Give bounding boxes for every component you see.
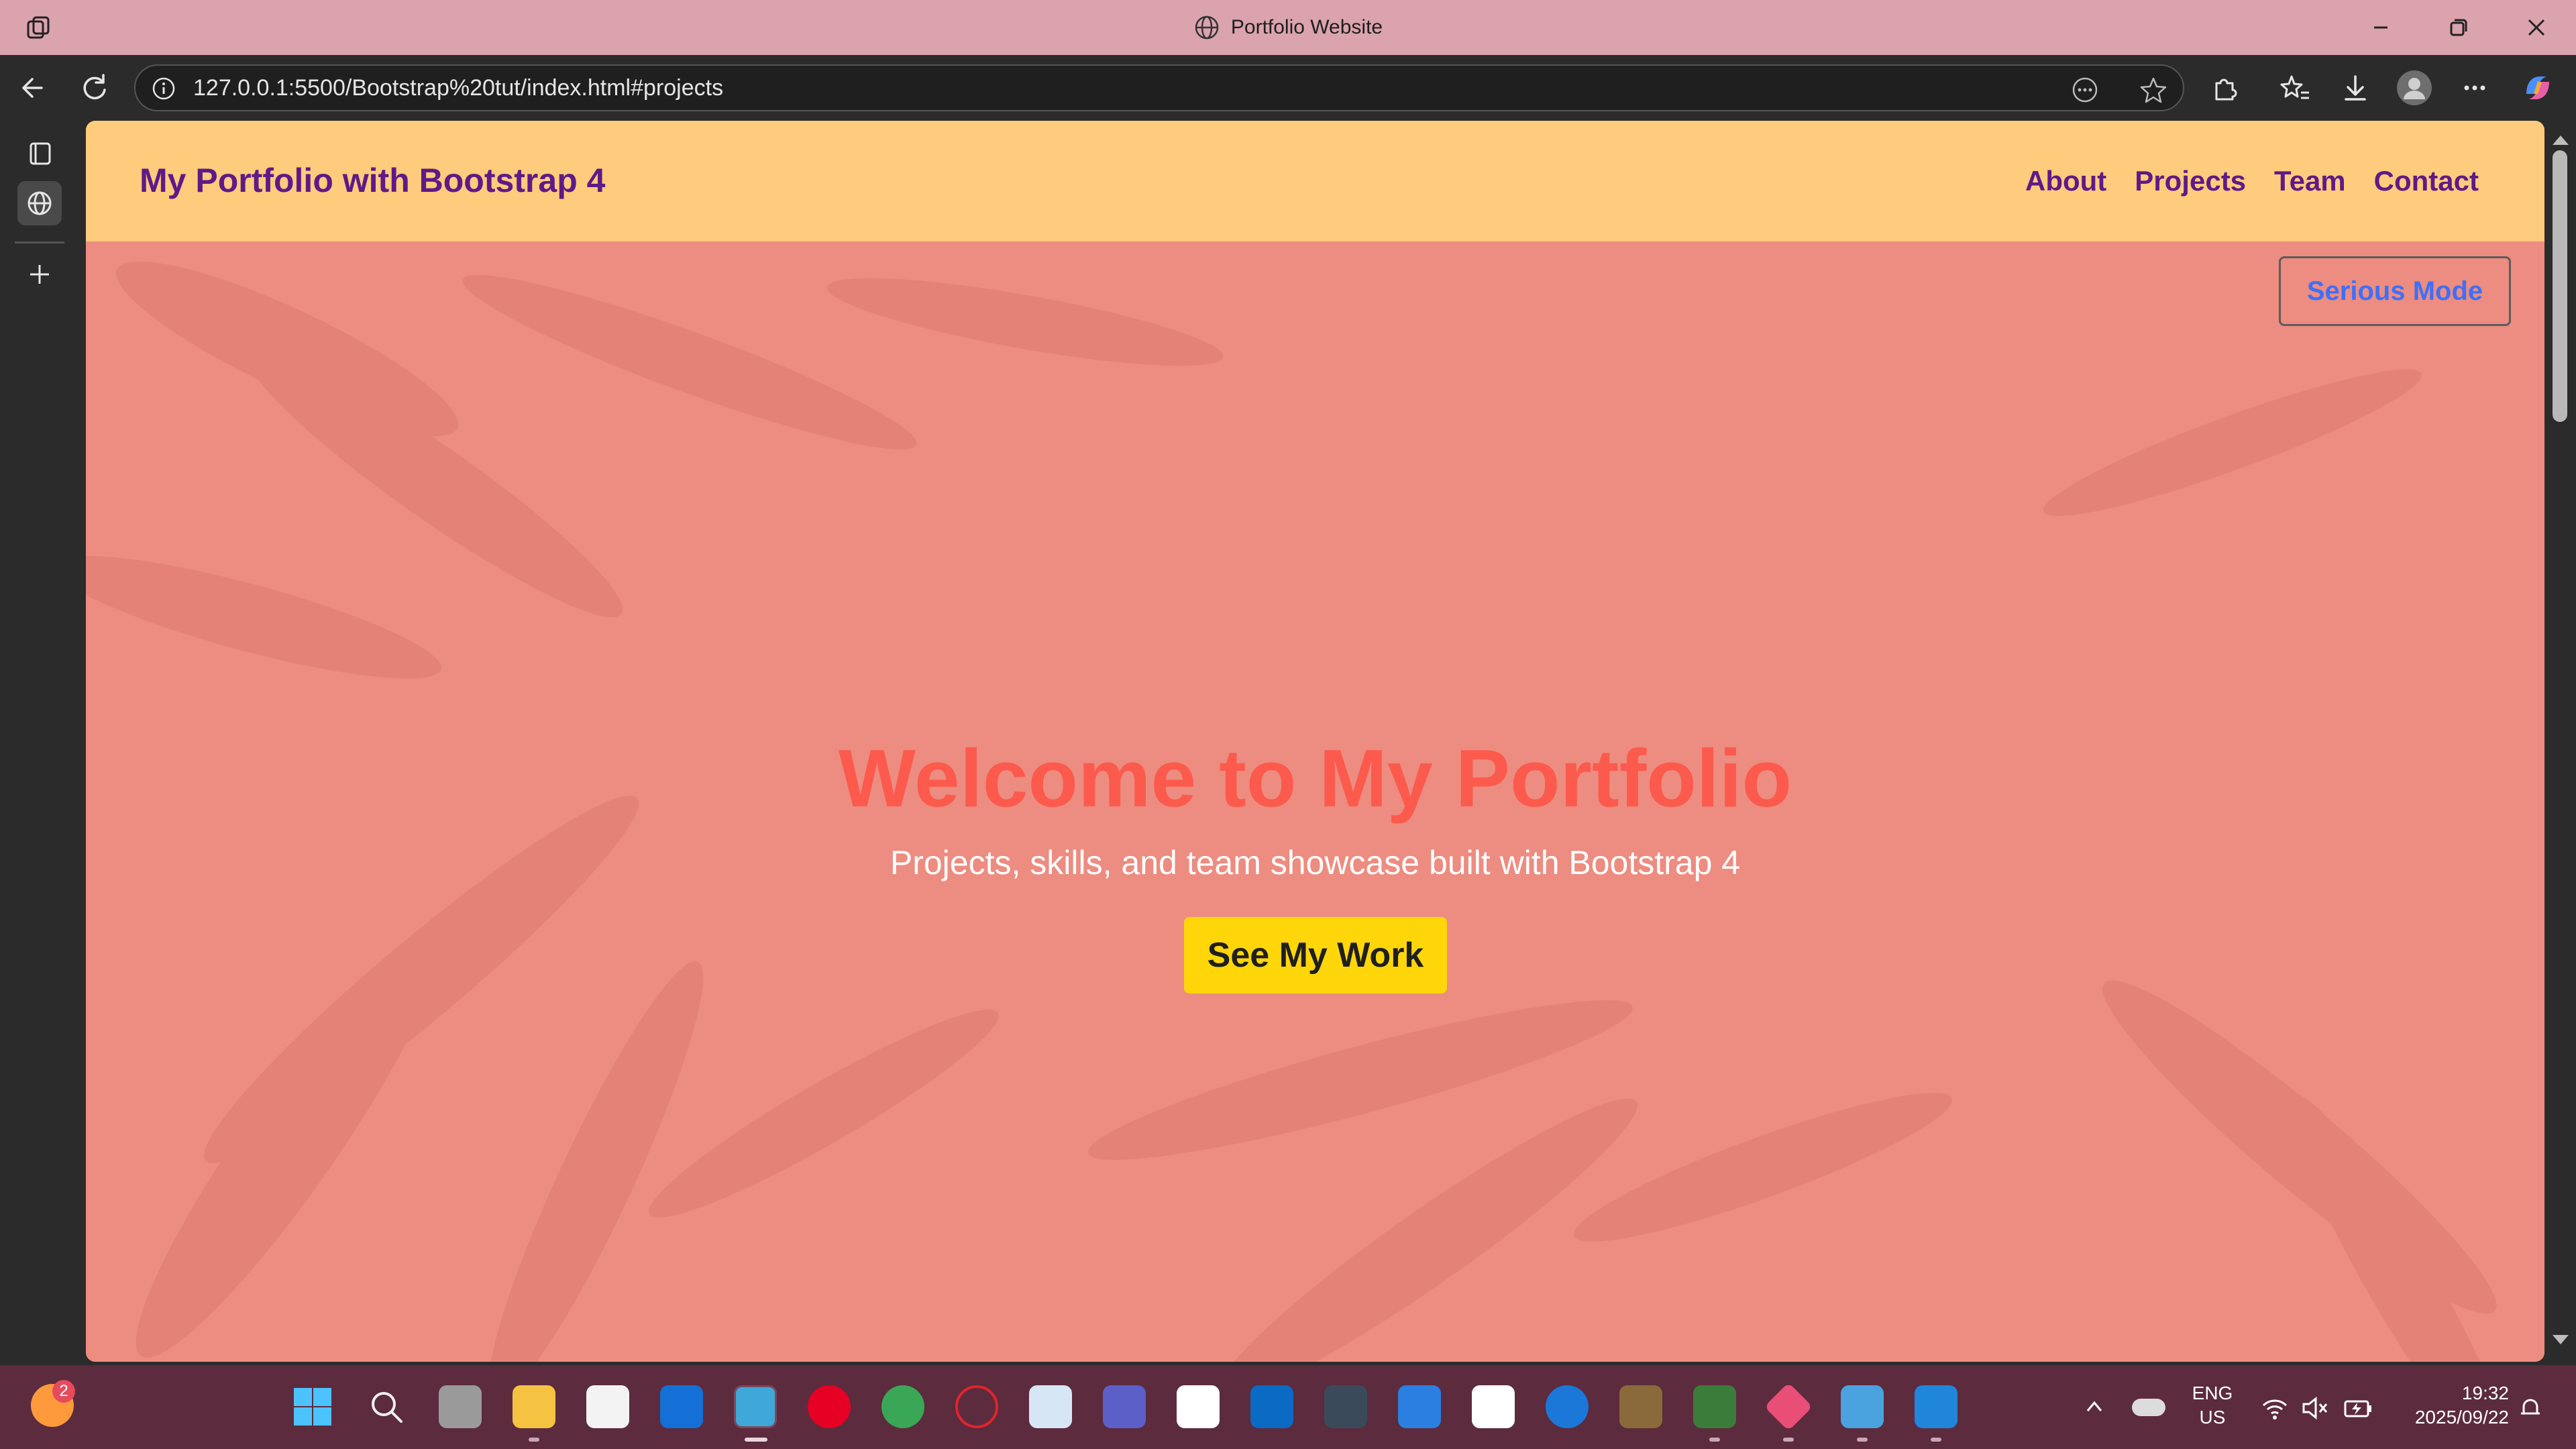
onedrive-icon[interactable] [1398, 1385, 1441, 1428]
running-indicator [1931, 1438, 1941, 1442]
minimize-icon[interactable] [2365, 12, 2396, 43]
clock-time: 19:32 [2461, 1383, 2509, 1403]
file-explorer-icon[interactable] [513, 1385, 555, 1428]
teams-icon[interactable] [1103, 1385, 1146, 1428]
nav-links: About Projects Team Contact [2025, 165, 2479, 197]
profile-avatar-icon[interactable] [2396, 70, 2432, 106]
browser-sidebar [0, 121, 86, 1365]
tab-actions-icon[interactable] [17, 131, 62, 176]
opera-icon[interactable] [955, 1385, 998, 1428]
close-icon[interactable] [2521, 12, 2552, 43]
downloads-icon[interactable] [2337, 70, 2373, 106]
photos-icon[interactable] [1029, 1385, 1072, 1428]
refresh-icon[interactable] [76, 70, 113, 106]
window-title: Portfolio Website [1230, 16, 1383, 38]
language-line2: US [2199, 1407, 2226, 1428]
edge-icon[interactable] [734, 1385, 777, 1428]
microsoft-store-icon[interactable] [586, 1385, 629, 1428]
nav-link-about[interactable]: About [2025, 165, 2106, 197]
site-info-icon[interactable] [150, 75, 177, 102]
chrome-icon[interactable] [881, 1385, 924, 1428]
vscode-icon[interactable] [1915, 1385, 1957, 1428]
volume-muted-icon[interactable] [2301, 1395, 2329, 1421]
extensions-icon[interactable] [2207, 70, 2243, 106]
globe-icon [1195, 15, 1219, 40]
clock[interactable]: 19:32 2025/09/22 [2388, 1381, 2509, 1430]
vim-icon[interactable] [1472, 1385, 1515, 1428]
serious-mode-button[interactable]: Serious Mode [2279, 256, 2511, 326]
site-navbar: My Portfolio with Bootstrap 4 About Proj… [86, 121, 2544, 241]
running-indicator [529, 1438, 539, 1442]
task-view-icon[interactable] [439, 1385, 482, 1428]
browser-toolbar: 127.0.0.1:5500/Bootstrap%20tut/index.htm… [0, 55, 2576, 121]
active-indicator [745, 1438, 767, 1442]
sidebar-divider [15, 241, 64, 244]
notification-badge: 2 [52, 1380, 75, 1403]
search-icon[interactable] [365, 1385, 408, 1428]
hero-subtitle: Projects, skills, and team showcase buil… [890, 844, 1741, 881]
new-tab-icon[interactable] [17, 252, 62, 297]
windows-taskbar: 2 ENG US 19:32 2025/09/22 [0, 1365, 2576, 1449]
chevron-up-icon[interactable] [2082, 1395, 2106, 1419]
joystick-icon[interactable] [1693, 1385, 1736, 1428]
scroll-up-arrow-icon[interactable] [2553, 136, 2569, 145]
page-viewport: My Portfolio with Bootstrap 4 About Proj… [86, 121, 2544, 1362]
hero-title: Welcome to My Portfolio [838, 733, 1792, 824]
globe-icon [28, 191, 52, 215]
nav-link-contact[interactable]: Contact [2374, 165, 2479, 197]
favorite-star-icon[interactable] [2139, 75, 2168, 105]
pinterest-icon[interactable] [808, 1385, 851, 1428]
active-tab-button[interactable] [17, 181, 62, 225]
app-icon[interactable] [1250, 1385, 1293, 1428]
favorites-icon[interactable] [2277, 70, 2313, 106]
outlook-icon[interactable] [660, 1385, 703, 1428]
site-brand[interactable]: My Portfolio with Bootstrap 4 [140, 161, 605, 200]
restore-icon[interactable] [2443, 12, 2474, 43]
notepad-icon[interactable] [1841, 1385, 1884, 1428]
copilot-icon[interactable] [2520, 70, 2556, 106]
clock-date: 2025/09/22 [2414, 1407, 2509, 1428]
page-scrollbar[interactable] [2544, 121, 2576, 1365]
see-my-work-button[interactable]: See My Work [1184, 917, 1447, 994]
settings-gear-icon[interactable] [1324, 1385, 1367, 1428]
cloud-icon[interactable] [2132, 1399, 2165, 1416]
language-indicator[interactable]: ENG US [2186, 1381, 2239, 1430]
scroll-thumb[interactable] [2553, 150, 2567, 422]
reading-view-icon[interactable] [2070, 75, 2100, 105]
back-icon[interactable] [15, 70, 51, 106]
nav-link-projects[interactable]: Projects [2135, 165, 2246, 197]
git-icon[interactable] [1764, 1382, 1813, 1432]
address-bar[interactable]: 127.0.0.1:5500/Bootstrap%20tut/index.htm… [134, 64, 2184, 111]
running-indicator [1783, 1438, 1794, 1442]
hero-section: Serious Mode Welcome to My Portfolio Pro… [86, 241, 2544, 1362]
battery-charging-icon[interactable] [2343, 1395, 2373, 1421]
start-windows-icon[interactable] [291, 1385, 334, 1428]
more-options-icon[interactable] [2457, 70, 2493, 106]
window-titlebar: Portfolio Website [0, 0, 2576, 55]
scroll-down-arrow-icon[interactable] [2553, 1335, 2569, 1344]
game-icon[interactable] [1619, 1385, 1662, 1428]
wifi-icon[interactable] [2261, 1395, 2289, 1421]
notifications-bell-icon[interactable] [2517, 1395, 2544, 1421]
url-text[interactable]: 127.0.0.1:5500/Bootstrap%20tut/index.htm… [193, 75, 723, 101]
nav-link-team[interactable]: Team [2274, 165, 2346, 197]
language-line1: ENG [2192, 1383, 2233, 1403]
running-indicator [1857, 1438, 1868, 1442]
window-title-group: Portfolio Website [0, 0, 2576, 55]
notion-icon[interactable] [1177, 1385, 1220, 1428]
safari-icon[interactable] [1546, 1385, 1589, 1428]
running-indicator [1709, 1438, 1720, 1442]
